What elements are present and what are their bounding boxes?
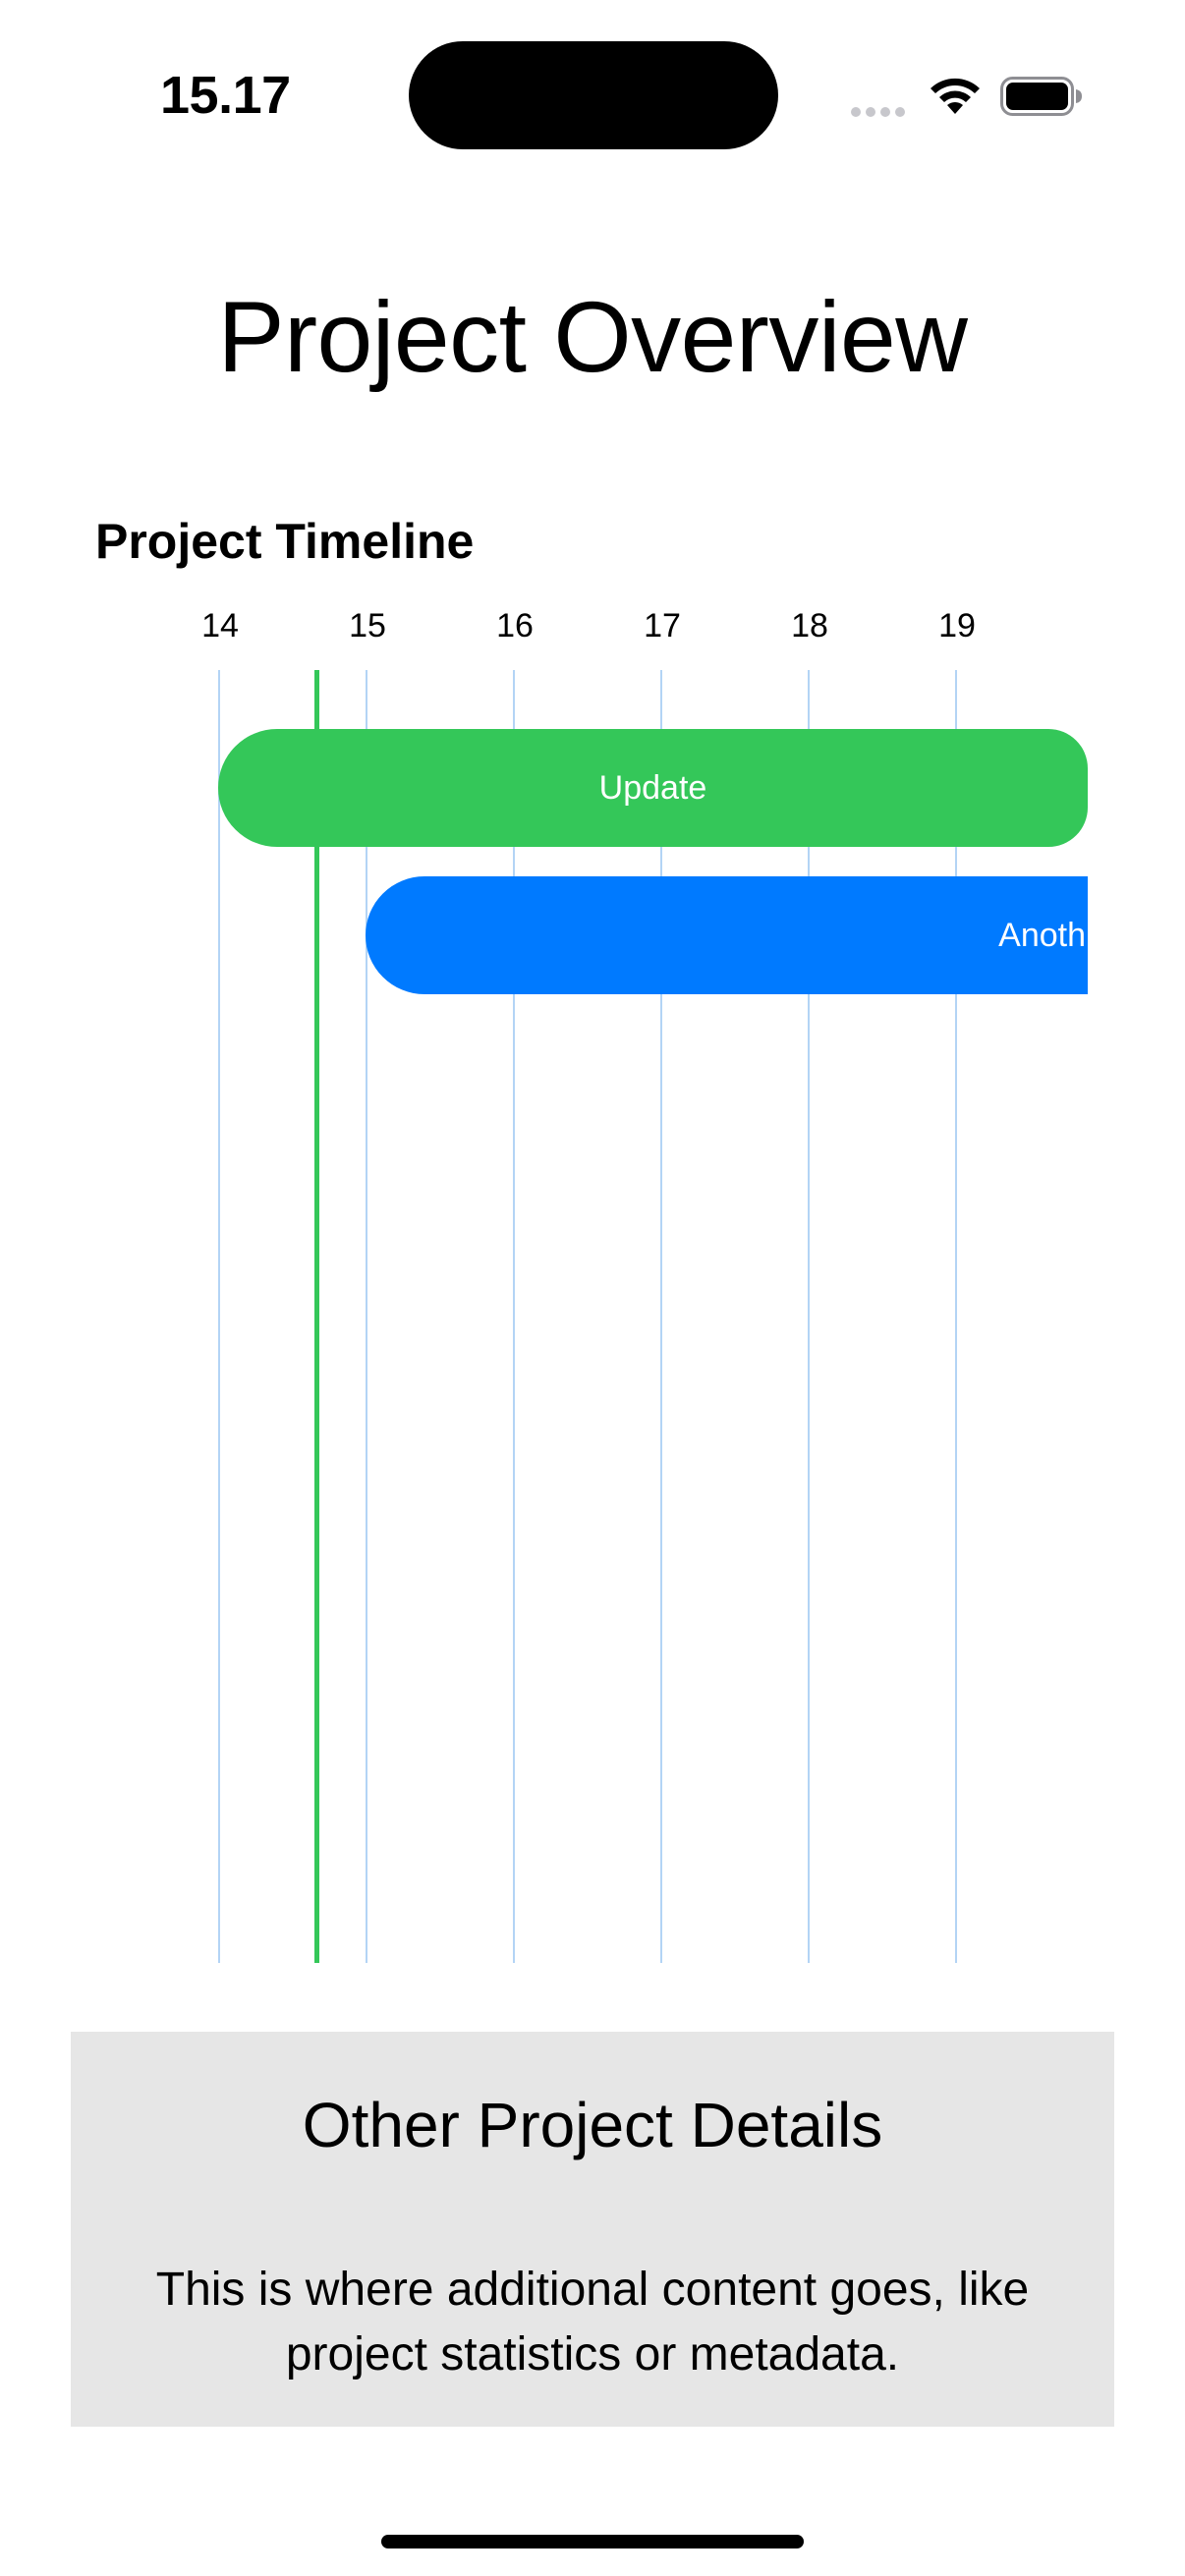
- gridline-16: [513, 670, 515, 1963]
- gridline-15: [366, 670, 367, 1963]
- today-marker: [313, 670, 319, 1963]
- tick-label-17: 17: [644, 607, 681, 644]
- gridline-18: [808, 670, 810, 1963]
- task-label: Update: [598, 768, 707, 807]
- task-label: Anoth: [998, 916, 1086, 954]
- home-indicator[interactable]: [381, 2535, 804, 2548]
- page-title: Project Overview: [217, 281, 968, 393]
- gridline-19: [955, 670, 957, 1963]
- details-title: Other Project Details: [302, 2090, 883, 2160]
- task-bar-2[interactable]: Anoth: [366, 876, 1088, 994]
- timeline-title: Project Timeline: [95, 514, 475, 569]
- gridline-17: [660, 670, 662, 1963]
- tick-label-18: 18: [791, 607, 828, 644]
- tick-label-15: 15: [349, 607, 386, 644]
- task-bar-1[interactable]: Update: [218, 729, 1088, 847]
- details-body: This is where additional content goes, l…: [155, 2264, 1030, 2380]
- battery-icon: [1000, 77, 1082, 116]
- dynamic-island: [409, 41, 778, 149]
- gridline-14: [218, 670, 220, 1963]
- details-card: Other Project Details This is where addi…: [71, 2032, 1114, 2427]
- timeline-chart[interactable]: 13141516171819UpdateAnoth: [95, 589, 1090, 1965]
- status-time: 15.17: [160, 66, 291, 125]
- tick-label-19: 19: [938, 607, 976, 644]
- cellular-dots-icon: [851, 104, 910, 117]
- tick-label-16: 16: [496, 607, 534, 644]
- tick-label-14: 14: [201, 607, 239, 644]
- status-bar: 15.17: [0, 0, 1185, 187]
- wifi-icon: [931, 78, 980, 114]
